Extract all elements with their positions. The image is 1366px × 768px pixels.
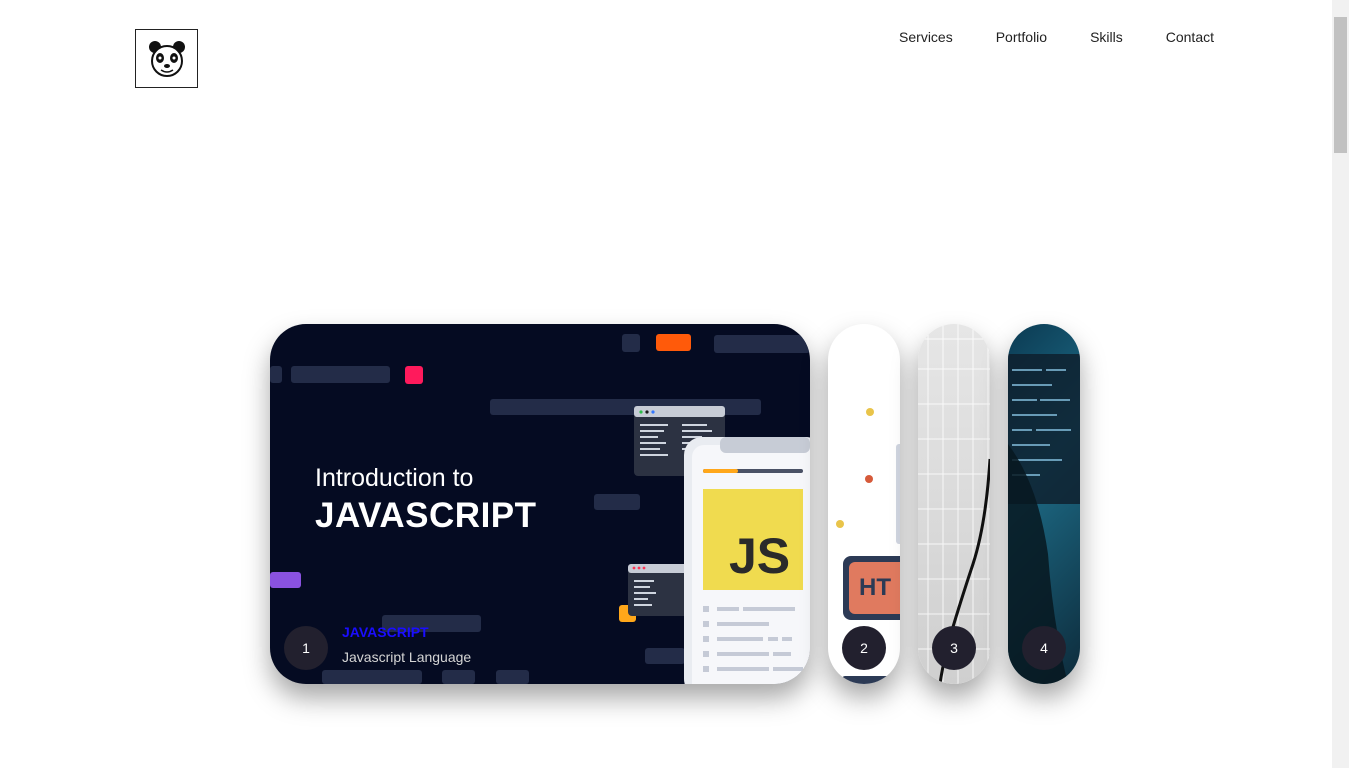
slide-title: JAVASCRIPT	[342, 624, 429, 640]
panda-icon	[148, 40, 185, 77]
scrollbar-thumb[interactable]	[1334, 17, 1347, 153]
panda-logo[interactable]	[135, 29, 198, 88]
js-badge: JS	[729, 528, 791, 584]
main-nav: Services Portfolio Skills Contact	[899, 29, 1214, 45]
slide-grid[interactable]: 3	[918, 324, 990, 684]
skills-carousel: Introduction to JAVASCRIPT JS 1 JAVASCRI…	[270, 324, 1080, 684]
nav-skills[interactable]: Skills	[1090, 29, 1123, 45]
html-badge-text: HT	[859, 574, 891, 601]
slide-number: 4	[1022, 626, 1066, 670]
page: Services Portfolio Skills Contact Introd…	[0, 0, 1349, 768]
slide-number: 2	[842, 626, 886, 670]
slide-code-screen[interactable]: 4	[1008, 324, 1080, 684]
slide-heading-small: Introduction to	[315, 464, 474, 492]
slide-html[interactable]: HT 2	[828, 324, 900, 684]
nav-services[interactable]: Services	[899, 29, 953, 45]
nav-contact[interactable]: Contact	[1166, 29, 1214, 45]
nav-portfolio[interactable]: Portfolio	[996, 29, 1047, 45]
slide-number: 3	[932, 626, 976, 670]
slide-heading-large: JAVASCRIPT	[315, 496, 537, 535]
slide-number: 1	[284, 626, 328, 670]
slide-javascript[interactable]: Introduction to JAVASCRIPT JS 1 JAVASCRI…	[270, 324, 810, 684]
slide-subtitle: Javascript Language	[342, 649, 472, 665]
scrollbar[interactable]	[1332, 0, 1349, 768]
